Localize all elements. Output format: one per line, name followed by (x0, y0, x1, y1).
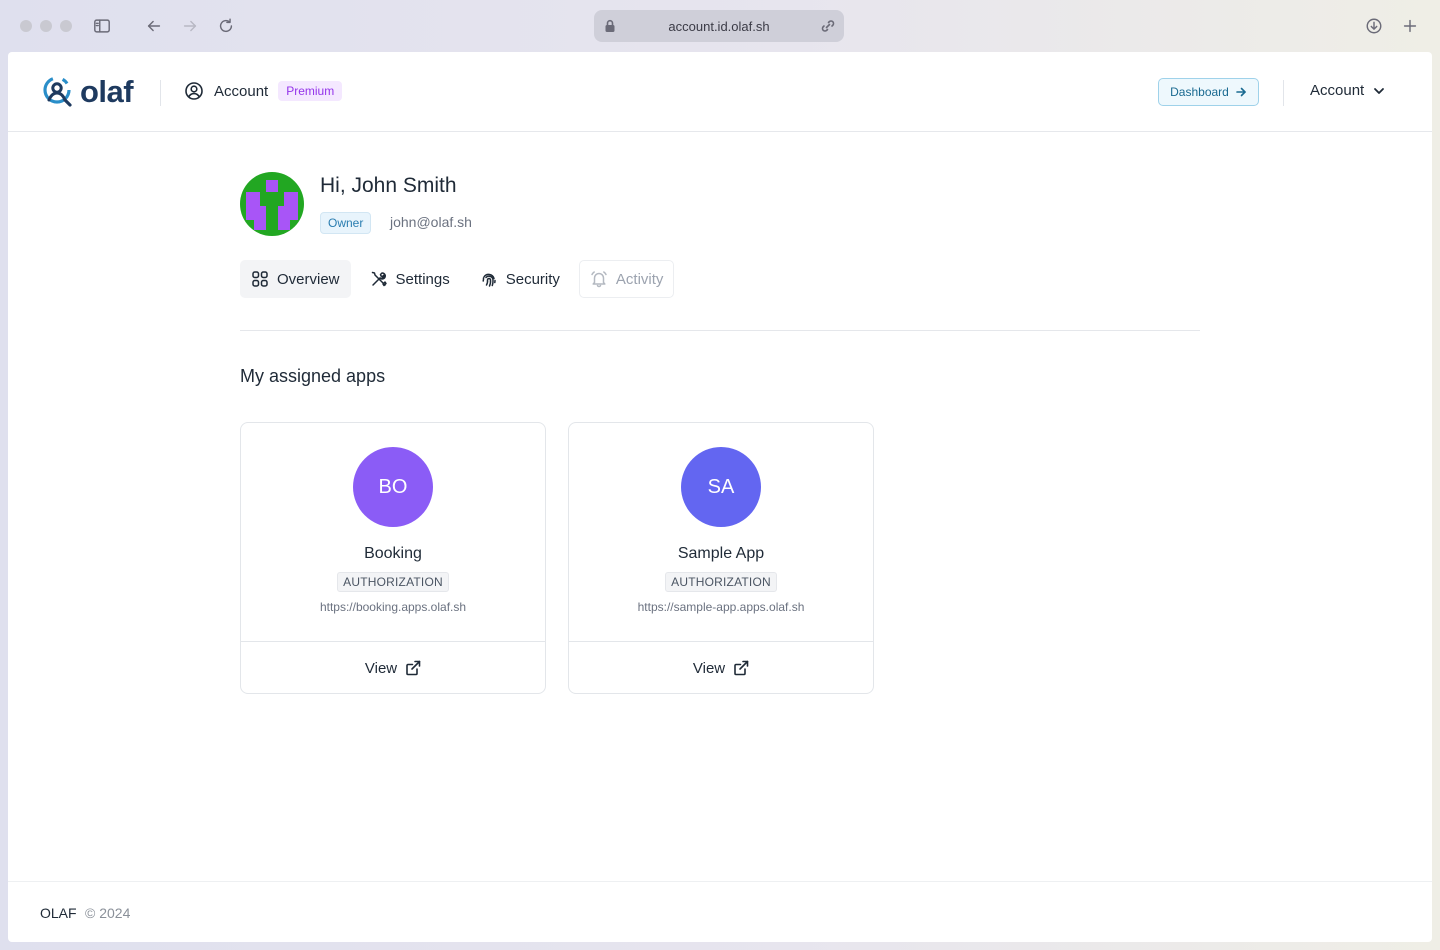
tab-settings-label: Settings (395, 270, 450, 288)
header-section-account[interactable]: Account Premium (184, 81, 343, 101)
zoom-window-dot[interactable] (60, 20, 72, 32)
app-header: olaf Account Premium Dashboard Account (8, 52, 1432, 132)
app-url: https://sample-app.apps.olaf.sh (637, 600, 805, 614)
header-section-label: Account (214, 82, 269, 100)
tabs-divider (240, 330, 1200, 331)
app-card-booking: BO Booking AUTHORIZATION https://booking… (240, 422, 546, 694)
close-window-dot[interactable] (20, 20, 32, 32)
section-title: My assigned apps (240, 366, 386, 386)
minimize-window-dot[interactable] (40, 20, 52, 32)
footer-copyright: © 2024 (85, 905, 131, 921)
app-avatar: BO (353, 447, 433, 527)
new-tab-plus-icon[interactable] (1398, 14, 1422, 38)
grid-icon (252, 271, 268, 287)
footer-brand: OLAF (40, 905, 77, 921)
lock-icon (605, 19, 615, 32)
tab-security-label: Security (505, 270, 560, 288)
page-viewport: olaf Account Premium Dashboard Account H… (8, 52, 1432, 942)
address-bar[interactable]: account.id.olaf.sh (594, 10, 844, 42)
dashboard-button-label: Dashboard (1170, 85, 1229, 99)
tab-overview[interactable]: Overview (240, 260, 351, 298)
user-email: john@olaf.sh (390, 214, 472, 230)
address-url: account.id.olaf.sh (668, 18, 770, 34)
tab-security[interactable]: Security (469, 260, 571, 298)
arrow-right-icon (1236, 87, 1246, 97)
user-circle-icon (185, 82, 203, 100)
fingerprint-icon (482, 273, 496, 287)
external-link-icon (734, 660, 749, 676)
olaf-logo-icon (43, 76, 72, 107)
chevron-down-icon (1374, 87, 1385, 94)
app-view-button[interactable]: View (569, 641, 873, 694)
app-type-badge: AUTHORIZATION (665, 572, 777, 592)
app-url: https://booking.apps.olaf.sh (319, 600, 467, 614)
dashboard-button[interactable]: Dashboard (1158, 78, 1259, 106)
back-arrow-icon[interactable] (142, 14, 166, 38)
app-name: Booking (364, 545, 422, 562)
window-controls[interactable] (20, 20, 72, 32)
header-divider-right (1283, 80, 1284, 106)
profile-tabs: Overview Settings Security Activity (240, 260, 675, 298)
reload-icon[interactable] (214, 14, 238, 38)
browser-toolbar: account.id.olaf.sh (0, 0, 1440, 52)
account-menu-dropdown[interactable]: Account (1310, 82, 1386, 99)
olaf-logo[interactable]: olaf (38, 74, 134, 110)
user-greeting: Hi, John Smith (320, 174, 457, 197)
account-menu-label: Account (1310, 82, 1365, 99)
app-card-sample-app: SA Sample App AUTHORIZATION https://samp… (568, 422, 874, 694)
premium-badge: Premium (278, 81, 343, 101)
external-link-icon (406, 660, 421, 676)
tab-activity[interactable]: Activity (578, 260, 675, 298)
app-view-button[interactable]: View (241, 641, 545, 694)
bell-icon (591, 271, 607, 288)
role-badge: Owner (320, 212, 372, 234)
app-avatar: SA (681, 447, 761, 527)
sidebar-toggle-icon[interactable] (90, 14, 114, 38)
app-name: Sample App (677, 545, 765, 562)
tools-icon (371, 271, 387, 287)
tab-overview-label: Overview (277, 270, 340, 288)
app-type-badge: AUTHORIZATION (337, 572, 449, 592)
link-icon[interactable] (820, 18, 836, 34)
page-footer: OLAF © 2024 (8, 881, 1432, 942)
tab-settings[interactable]: Settings (359, 260, 461, 298)
tab-activity-label: Activity (615, 270, 664, 288)
user-avatar (240, 172, 304, 236)
app-view-label: View (364, 659, 398, 677)
forward-arrow-icon[interactable] (178, 14, 202, 38)
header-divider (160, 80, 161, 106)
logo-wordmark: olaf (80, 74, 134, 109)
download-icon[interactable] (1362, 14, 1386, 38)
app-view-label: View (692, 659, 726, 677)
